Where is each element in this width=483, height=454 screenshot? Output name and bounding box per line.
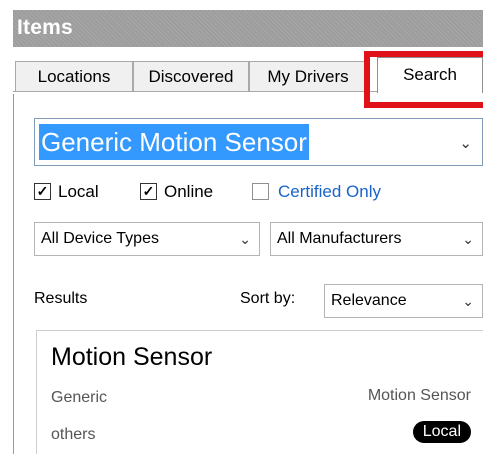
panel-left-border xyxy=(13,47,14,454)
search-tab-highlight xyxy=(364,51,483,108)
sort-select[interactable]: Relevance ⌄ xyxy=(324,284,483,318)
chevron-down-icon: ⌄ xyxy=(462,231,474,247)
search-input[interactable]: Generic Motion Sensor xyxy=(39,124,309,160)
manufacturer-select[interactable]: All Manufacturers ⌄ xyxy=(270,222,483,256)
local-checkbox-label[interactable]: Local xyxy=(58,182,99,202)
tab-locations[interactable]: Locations xyxy=(15,61,133,91)
online-checkbox-label[interactable]: Online xyxy=(164,182,213,202)
tab-my-drivers[interactable]: My Drivers xyxy=(249,61,367,91)
search-combobox[interactable]: Generic Motion Sensor ⌄ xyxy=(34,118,483,166)
result-category: others xyxy=(51,426,96,443)
device-type-select[interactable]: All Device Types ⌄ xyxy=(34,222,260,256)
result-name: Motion Sensor xyxy=(51,343,213,371)
filter-checkboxes: ✓ Local ✓ Online Certified Only xyxy=(34,180,483,204)
panel-title: Items xyxy=(17,16,73,39)
tab-discovered[interactable]: Discovered xyxy=(133,61,249,91)
certified-only-checkbox[interactable] xyxy=(252,183,269,200)
sort-value: Relevance xyxy=(331,292,407,309)
sort-by-label: Sort by: xyxy=(240,290,296,307)
result-item[interactable]: Motion Sensor Generic Motion Sensor othe… xyxy=(36,330,483,454)
chevron-down-icon[interactable]: ⌄ xyxy=(459,134,472,152)
result-device-type: Motion Sensor xyxy=(367,387,471,404)
results-label: Results xyxy=(34,290,88,307)
chevron-down-icon: ⌄ xyxy=(239,231,251,247)
online-checkbox[interactable]: ✓ xyxy=(140,183,157,200)
device-type-value: All Device Types xyxy=(41,230,159,247)
manufacturer-value: All Manufacturers xyxy=(277,230,402,247)
result-manufacturer: Generic xyxy=(51,389,108,406)
chevron-down-icon: ⌄ xyxy=(462,293,474,309)
local-badge: Local xyxy=(412,421,471,443)
certified-only-label[interactable]: Certified Only xyxy=(278,182,381,202)
local-checkbox[interactable]: ✓ xyxy=(34,183,51,200)
items-panel-header: Items xyxy=(13,10,483,47)
